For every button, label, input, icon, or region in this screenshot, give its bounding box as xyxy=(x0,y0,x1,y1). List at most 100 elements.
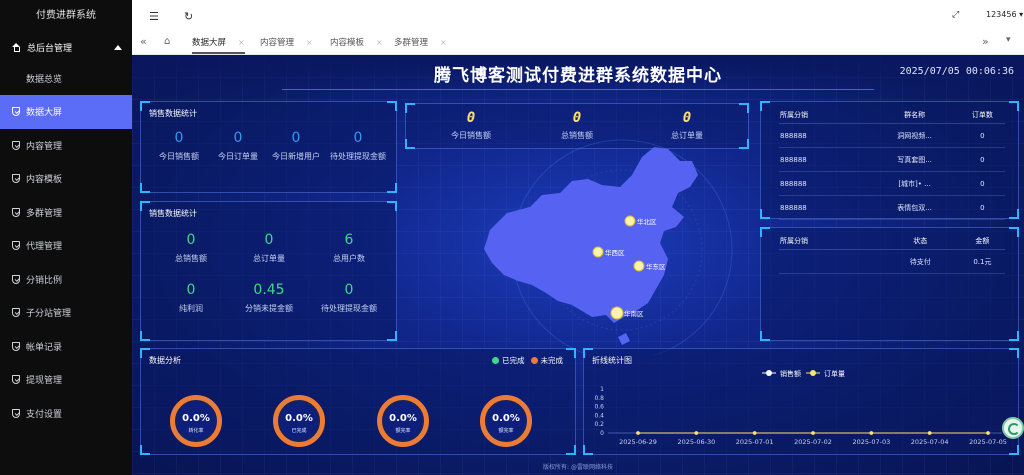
home-tab-icon[interactable]: ⌂ xyxy=(164,36,170,47)
donut-value: 0.0% xyxy=(285,413,313,424)
table-row[interactable]: 待支付 0.1元 xyxy=(779,249,1005,274)
refresh-icon[interactable]: ↻ xyxy=(184,10,193,23)
data-point[interactable] xyxy=(636,431,640,435)
region-marker[interactable] xyxy=(624,215,636,227)
close-icon[interactable]: × xyxy=(440,38,447,47)
region-marker[interactable] xyxy=(610,306,624,320)
fullscreen-icon[interactable]: ⤢ xyxy=(952,10,959,20)
tabs-scroll-left-icon[interactable]: « xyxy=(140,35,147,48)
tab-label: 内容管理 xyxy=(260,38,295,48)
data-point[interactable] xyxy=(694,431,699,435)
donut-label: 额完率 xyxy=(395,428,411,434)
sidebar-item-label: 内容模板 xyxy=(26,175,63,186)
user-menu[interactable]: 123456 ▾ xyxy=(986,10,1023,19)
table-row[interactable]: 888888 [城市]• ... 0 xyxy=(779,171,1005,196)
tab-bar: « ⌂ 数据大屏 × 内容管理 × 内容模板 × 多群管理 × » ▾ xyxy=(132,32,1024,55)
table-cell: 888888 xyxy=(779,195,870,220)
sidebar-item-9[interactable]: 支付设置 xyxy=(0,397,132,431)
table-cell: 0 xyxy=(959,171,1005,196)
chart-legend-item[interactable]: 订单量 xyxy=(806,369,845,378)
tab-2[interactable]: 内容模板 × xyxy=(330,32,383,54)
close-icon[interactable]: × xyxy=(376,38,383,47)
legend-label: 未完成 xyxy=(540,356,564,365)
sidebar-item-7[interactable]: 帐单记录 xyxy=(0,330,132,364)
tab-0[interactable]: 数据大屏 × xyxy=(192,32,245,54)
data-point[interactable] xyxy=(986,431,990,435)
y-tick-label: 0.8 xyxy=(594,395,604,402)
assistant-float-button[interactable] xyxy=(1002,417,1024,439)
shield-check-icon xyxy=(12,308,20,318)
line-chart: 销售额 订单量 0 0.2 0.40.6 0.8 1 2025-06-29 2025-06-30… xyxy=(594,369,1007,446)
data-point[interactable] xyxy=(752,431,757,435)
center-stat-value: 0 xyxy=(466,110,476,126)
tabs-more-icon[interactable]: ▾ xyxy=(1006,35,1011,45)
table-row[interactable]: 888888 表情包双... 0 xyxy=(779,195,1005,220)
stat-label: 总销售额 xyxy=(175,254,207,263)
x-tick-label: 2025-07-01 xyxy=(736,438,774,446)
username: 123456 xyxy=(986,10,1017,19)
sidebar-item-overview[interactable]: 数据总览 xyxy=(0,62,132,95)
table-header: 所属分销 xyxy=(779,107,870,124)
x-tick-label: 2025-07-02 xyxy=(794,438,832,446)
data-screen: 腾飞博客测试付费进群系统数据中心 2025/07/05 00:06:36 销售数… xyxy=(132,55,1024,475)
stat-label: 总用户数 xyxy=(333,254,365,263)
sidebar-item-label: 多群管理 xyxy=(26,208,63,219)
legend-item[interactable]: 未完成 xyxy=(530,356,564,365)
data-point[interactable] xyxy=(811,431,815,435)
sidebar-item-1[interactable]: 内容管理 xyxy=(0,129,132,163)
x-tick-label: 2025-07-05 xyxy=(969,438,1007,446)
region-marker[interactable] xyxy=(592,246,604,258)
shield-check-icon xyxy=(12,375,20,385)
table-header: 订单数 xyxy=(959,107,1005,124)
sidebar-item-8[interactable]: 提现管理 xyxy=(0,363,132,397)
sidebar-item-4[interactable]: 代理管理 xyxy=(0,229,132,263)
sidebar-item-2[interactable]: 内容模板 xyxy=(0,162,132,196)
sidebar-item-0[interactable]: 数据大屏 xyxy=(0,95,132,129)
table-header: 金额 xyxy=(959,233,1005,250)
menu-group-admin[interactable]: 总后台管理 xyxy=(0,32,132,62)
close-icon[interactable]: × xyxy=(238,38,245,47)
tabs-scroll-right-icon[interactable]: » xyxy=(982,35,989,48)
menu-group-label: 总后台管理 xyxy=(27,43,73,54)
analysis-panel: 数据分析 已完成 未完成 0.0% 转化率 0.0% 已完成 0.0% 额完率 0.0% 额完率 xyxy=(140,348,576,455)
sidebar-item-label: 分销比例 xyxy=(26,275,63,286)
donut-gauge: 0.0% 额完率 xyxy=(480,395,532,447)
sales-panel-total: 销售数据统计 0 总销售额 0 总订单量 6 总用户数 0 纯利润 0.45 分销未提金额 0 待处理… xyxy=(140,201,397,341)
stat-card: 0 待处理提现金额 xyxy=(314,282,384,314)
sidebar: 付费进群系统 总后台管理 数据总览 数据大屏 内容管理 内容模板 多群管理 代理管理 分销… xyxy=(0,0,132,475)
table-row[interactable]: 888888 写真套图... 0 xyxy=(779,147,1005,172)
stat-label: 今日新增用户 xyxy=(272,152,320,161)
x-tick-label: 2025-07-04 xyxy=(911,438,949,446)
data-point[interactable] xyxy=(927,431,932,435)
table-row[interactable]: 888888 洞网视频... 0 xyxy=(779,123,1005,148)
tab-label: 数据大屏 xyxy=(192,38,227,48)
table-header-row: 所属分销 群名称 订单数 xyxy=(779,107,1005,124)
region-label: 华东区 xyxy=(646,262,666,271)
tab-3[interactable]: 多群管理 × xyxy=(394,32,447,54)
donut-gauge: 0.0% 已完成 xyxy=(273,395,325,447)
sidebar-item-3[interactable]: 多群管理 xyxy=(0,196,132,230)
sidebar-item-5[interactable]: 分销比例 xyxy=(0,263,132,297)
legend-swatch xyxy=(492,357,499,364)
screen-title: 腾飞博客测试付费进群系统数据中心 xyxy=(434,66,722,86)
tab-1[interactable]: 内容管理 × xyxy=(260,32,313,54)
close-icon[interactable]: × xyxy=(306,38,313,47)
chart-legend-item[interactable]: 销售额 xyxy=(762,369,801,378)
center-stat-value: 0 xyxy=(682,110,692,126)
shield-check-icon xyxy=(12,107,20,117)
shield-check-icon xyxy=(12,174,20,184)
menu-fold-icon[interactable]: ☰ xyxy=(149,10,159,23)
table-cell: 0.1元 xyxy=(959,249,1005,274)
region-marker[interactable] xyxy=(633,260,645,272)
header-divider xyxy=(282,89,874,90)
donut-gauge: 0.0% 转化率 xyxy=(170,395,222,447)
y-tick-label: 0 xyxy=(600,430,604,437)
legend-swatch xyxy=(530,357,538,364)
stat-card: 0 今日新增用户 xyxy=(261,130,331,162)
legend-item[interactable]: 已完成 xyxy=(492,356,525,365)
sidebar-item-6[interactable]: 子分站管理 xyxy=(0,296,132,330)
stat-value: 0 xyxy=(344,282,354,298)
data-point[interactable] xyxy=(869,431,874,435)
line-chart-panel: 折线统计图 销售额 订单量 0 0.2 0.4 0.6 0.8 1 2025-06-29 2025… xyxy=(583,348,1019,455)
shield-check-icon xyxy=(12,140,20,150)
